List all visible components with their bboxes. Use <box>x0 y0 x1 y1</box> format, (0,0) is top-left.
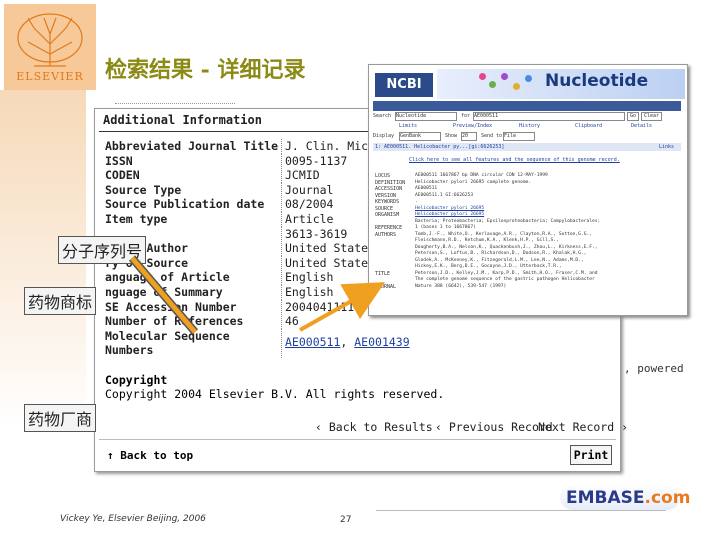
arrow-seq-to-table <box>130 256 197 334</box>
embase-logo: EMBASE.com <box>566 488 691 508</box>
footer-rule <box>376 510 666 511</box>
callout-arrows <box>128 255 385 335</box>
footer-credit: Vickey Ye, Elsevier Beijing, 2006 <box>60 514 206 524</box>
powered-by-text: , powered <box>624 362 684 375</box>
page-number: 27 <box>340 515 352 525</box>
arrow-link-to-ncbi <box>299 282 385 332</box>
